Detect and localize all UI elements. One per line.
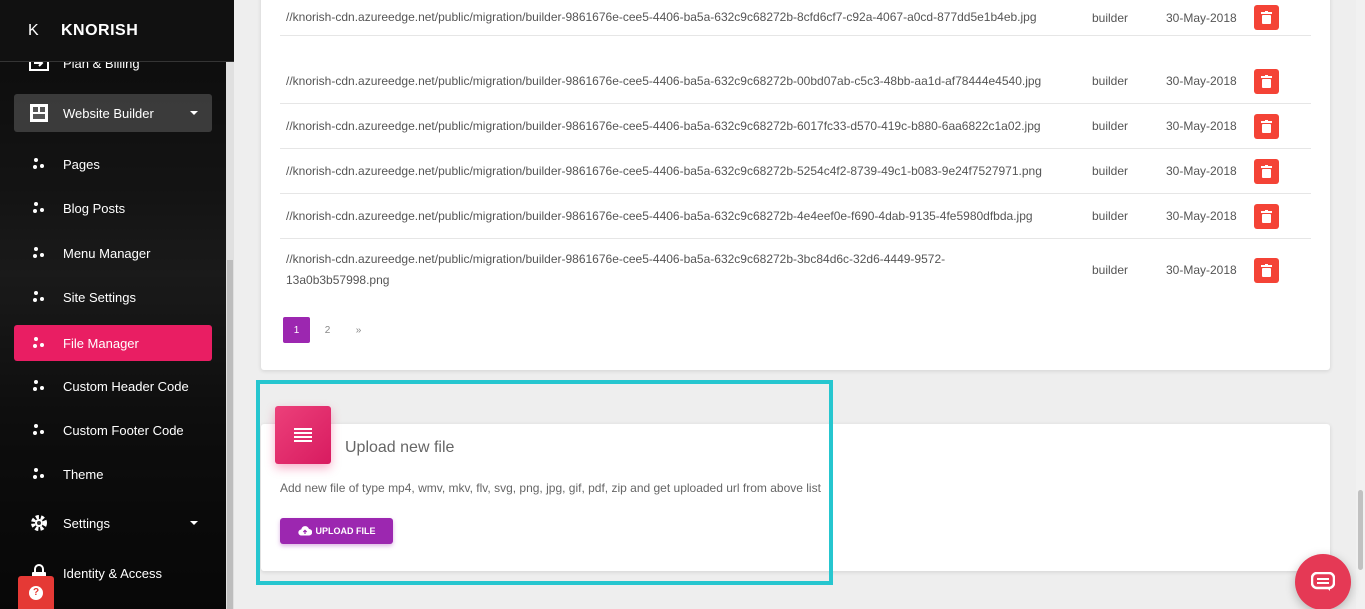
page-2-button[interactable]: 2 [314, 317, 341, 343]
sidebar-item-label: Custom Header Code [63, 378, 189, 394]
file-type: builder [1092, 10, 1129, 25]
table-row: //knorish-cdn.azureedge.net/public/migra… [280, 149, 1311, 194]
trash-icon [1261, 11, 1272, 24]
sidebar-item-pages[interactable]: Pages [14, 145, 212, 183]
sidebar: K KNORISH Plan & Billing Website Builder… [0, 0, 234, 609]
trash-icon [1261, 263, 1272, 277]
sidebar-item-blog-posts[interactable]: Blog Posts [14, 189, 212, 227]
builder-icon [14, 103, 63, 123]
trash-icon [1261, 209, 1272, 223]
upload-description: Add new file of type mp4, wmv, mkv, flv,… [280, 481, 821, 495]
file-url[interactable]: //knorish-cdn.azureedge.net/public/migra… [286, 206, 1076, 227]
sidebar-item-theme[interactable]: Theme [14, 455, 212, 493]
table-row: //knorish-cdn.azureedge.net/public/migra… [280, 0, 1311, 36]
sidebar-item-label: Theme [63, 466, 104, 482]
delete-button[interactable] [1254, 203, 1279, 229]
file-type: builder [1092, 74, 1129, 88]
file-date: 30-May-2018 [1166, 209, 1237, 223]
pagination: 1 2 » [283, 317, 372, 343]
brand-name: KNORISH [61, 21, 139, 39]
dots-icon [14, 247, 63, 259]
brand-mini-logo: K [28, 21, 39, 39]
dots-icon [14, 380, 63, 392]
gear-icon [14, 513, 63, 533]
trash-icon [1261, 119, 1272, 133]
dots-icon [14, 291, 63, 303]
next-page-button[interactable]: » [345, 317, 372, 343]
dots-icon [14, 337, 63, 349]
delete-button[interactable] [1254, 68, 1279, 94]
main-scrollbar[interactable] [1356, 0, 1365, 609]
file-url[interactable]: //knorish-cdn.azureedge.net/public/migra… [286, 161, 1076, 182]
brand-header[interactable]: K KNORISH [0, 0, 234, 62]
file-date: 30-May-2018 [1166, 164, 1237, 178]
delete-button[interactable] [1254, 5, 1279, 30]
scrollbar-thumb[interactable] [1358, 490, 1363, 570]
sidebar-item-site-settings[interactable]: Site Settings [14, 278, 212, 316]
chat-icon [1311, 572, 1335, 591]
upload-title: Upload new file [345, 439, 455, 456]
sidebar-item-website-builder[interactable]: Website Builder [14, 94, 212, 132]
file-type: builder [1092, 263, 1129, 277]
chat-button[interactable] [1295, 554, 1351, 609]
sidebar-item-label: Website Builder [63, 105, 154, 121]
upload-file-button[interactable]: UPLOAD FILE [280, 518, 393, 544]
file-url[interactable]: //knorish-cdn.azureedge.net/public/migra… [286, 116, 1076, 137]
cloud-upload-icon [297, 526, 312, 536]
file-type: builder [1092, 119, 1129, 133]
page-1-button[interactable]: 1 [283, 317, 310, 343]
dots-icon [14, 158, 63, 170]
sidebar-item-file-manager[interactable]: File Manager [14, 325, 212, 361]
file-url[interactable]: //knorish-cdn.azureedge.net/public/migra… [286, 7, 1076, 28]
delete-button[interactable] [1254, 257, 1279, 283]
table-row: //knorish-cdn.azureedge.net/public/migra… [280, 59, 1311, 104]
trash-icon [1261, 74, 1272, 88]
delete-button[interactable] [1254, 158, 1279, 184]
help-icon: ? [29, 585, 43, 600]
dots-icon [14, 468, 63, 480]
file-date: 30-May-2018 [1166, 119, 1237, 133]
sidebar-item-label: Site Settings [63, 289, 136, 305]
scrollbar-thumb[interactable] [227, 260, 233, 609]
chevron-down-icon [190, 111, 198, 115]
table-row: //knorish-cdn.azureedge.net/public/migra… [280, 104, 1311, 149]
file-date: 30-May-2018 [1166, 263, 1237, 277]
file-date: 30-May-2018 [1166, 10, 1237, 25]
trash-icon [1261, 164, 1272, 178]
sidebar-item-label: File Manager [63, 335, 139, 351]
chevron-down-icon [190, 521, 198, 525]
sidebar-item-label: Blog Posts [63, 200, 126, 216]
file-type: builder [1092, 209, 1129, 223]
dots-icon [14, 202, 63, 214]
sidebar-scrollbar[interactable] [226, 62, 234, 609]
sidebar-item-label: Pages [63, 156, 100, 172]
sidebar-item-custom-footer-code[interactable]: Custom Footer Code [14, 411, 212, 449]
dots-icon [14, 424, 63, 436]
sidebar-item-custom-header-code[interactable]: Custom Header Code [14, 367, 212, 405]
file-date: 30-May-2018 [1166, 74, 1237, 88]
file-url[interactable]: //knorish-cdn.azureedge.net/public/migra… [286, 249, 986, 291]
list-icon [275, 406, 331, 464]
file-url[interactable]: //knorish-cdn.azureedge.net/public/migra… [286, 71, 1076, 92]
sidebar-item-label: Custom Footer Code [63, 422, 184, 438]
delete-button[interactable] [1254, 113, 1279, 139]
table-row: //knorish-cdn.azureedge.net/public/migra… [280, 194, 1311, 239]
sidebar-item-menu-manager[interactable]: Menu Manager [14, 234, 212, 272]
sidebar-item-label: Settings [63, 515, 110, 531]
file-list-card: //knorish-cdn.azureedge.net/public/migra… [261, 0, 1330, 370]
upload-button-label: UPLOAD FILE [315, 526, 376, 536]
sidebar-item-label: Identity & Access [63, 565, 162, 581]
help-button[interactable]: ? [18, 576, 54, 609]
sidebar-item-settings[interactable]: Settings [14, 504, 212, 542]
sidebar-item-label: Menu Manager [63, 245, 151, 261]
table-row: //knorish-cdn.azureedge.net/public/migra… [280, 239, 1311, 301]
file-type: builder [1092, 164, 1129, 178]
